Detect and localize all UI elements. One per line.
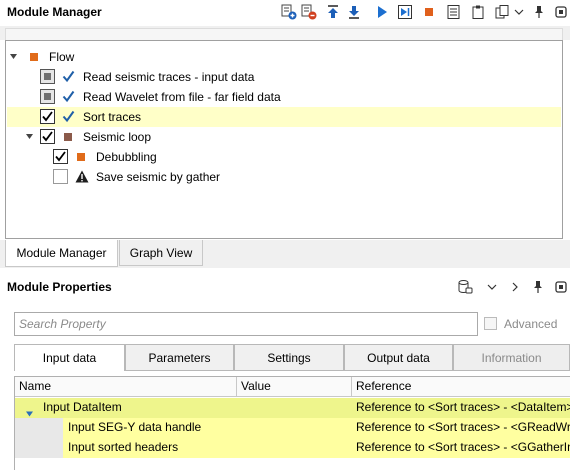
column-header-value[interactable]: Value [237, 377, 352, 397]
module-manager-title: Module Manager [7, 5, 102, 19]
module-manager-header: Module Manager [0, 0, 570, 26]
tree-item-label: Read seismic traces - input data [83, 70, 255, 84]
stop-icon[interactable] [421, 4, 437, 20]
enable-checkbox[interactable] [40, 69, 55, 84]
move-up-icon[interactable] [325, 4, 341, 20]
advanced-checkbox[interactable] [484, 317, 497, 330]
tree-item[interactable]: Read seismic traces - input data [7, 67, 561, 87]
warning-icon [75, 170, 89, 183]
module-status-icon [30, 53, 38, 61]
property-tabs: Input data Parameters Settings Output da… [14, 344, 570, 371]
flow-tree[interactable]: Flow Read seismic traces - input data Read… [5, 40, 563, 239]
expand-arrow-icon[interactable] [9, 52, 18, 61]
tree-item[interactable]: Seismic loop [7, 127, 561, 147]
checkmark-icon [62, 70, 75, 83]
tree-item[interactable]: Sort traces [7, 107, 561, 127]
add-module-icon[interactable] [281, 4, 297, 20]
tab-input-data[interactable]: Input data [14, 344, 125, 371]
property-reference: Reference to <Sort traces> - <GReadWrite… [356, 420, 570, 434]
enable-checkbox[interactable] [53, 169, 68, 184]
tab-module-manager[interactable]: Module Manager [5, 240, 118, 267]
search-property-input[interactable] [15, 313, 477, 335]
module-properties-title: Module Properties [7, 280, 112, 294]
property-value[interactable] [241, 398, 351, 418]
enable-checkbox[interactable] [40, 129, 55, 144]
enable-checkbox[interactable] [53, 149, 68, 164]
enable-checkbox[interactable] [40, 109, 55, 124]
copy-icon[interactable] [494, 4, 510, 20]
tree-item-label: Debubbling [96, 150, 157, 164]
property-name: Input DataItem [43, 400, 122, 414]
maximize-icon[interactable] [553, 279, 569, 295]
property-row[interactable]: Input sorted headers Reference to <Sort t… [15, 438, 570, 458]
property-reference: Reference to <Sort traces> - <DataItem> [356, 400, 570, 414]
advanced-label: Advanced [504, 317, 558, 331]
tree-item-label: Read Wavelet from file - far field data [83, 90, 281, 104]
tree-item[interactable]: Save seismic by gather [7, 167, 561, 187]
property-name: Input sorted headers [68, 440, 179, 454]
tree-item[interactable]: Read Wavelet from file - far field data [7, 87, 561, 107]
remove-module-icon[interactable] [301, 4, 317, 20]
property-grid: Name Value Reference Input DataItem Refer… [14, 376, 570, 470]
tree-item-label: Flow [49, 50, 75, 64]
tab-parameters[interactable]: Parameters [125, 344, 234, 371]
clipboard-icon[interactable] [470, 4, 486, 20]
pin-icon[interactable] [530, 279, 546, 295]
pin-icon[interactable] [531, 4, 547, 20]
property-row[interactable]: Input SEG-Y data handle Reference to <Sor… [15, 418, 570, 438]
expand-arrow-icon[interactable] [25, 132, 34, 141]
tree-item[interactable]: Debubbling [7, 147, 561, 167]
tree-header-strip [0, 26, 570, 40]
move-down-icon[interactable] [346, 4, 362, 20]
property-name: Input SEG-Y data handle [68, 420, 202, 434]
property-reference: Reference to <Sort traces> - <GGatherInf… [356, 440, 570, 454]
chevron-right-icon[interactable] [507, 279, 523, 295]
tab-graph-view[interactable]: Graph View [119, 240, 203, 266]
tab-information: Information [453, 344, 570, 371]
tab-output-data[interactable]: Output data [344, 344, 453, 371]
tree-item[interactable]: Flow [7, 47, 561, 67]
run-icon[interactable] [374, 4, 390, 20]
checkmark-icon [62, 110, 75, 123]
list-icon[interactable] [446, 4, 462, 20]
tree-item-label: Save seismic by gather [96, 170, 221, 184]
module-status-icon [77, 153, 85, 161]
column-header-reference[interactable]: Reference [352, 377, 570, 397]
checkmark-icon [62, 90, 75, 103]
property-row[interactable]: Input DataItem Reference to <Sort traces>… [15, 398, 570, 418]
module-status-icon [64, 133, 72, 141]
tab-settings[interactable]: Settings [234, 344, 344, 371]
property-value[interactable] [241, 438, 351, 458]
enable-checkbox[interactable] [40, 89, 55, 104]
column-header-name[interactable]: Name [15, 377, 237, 397]
chevron-down-icon[interactable] [484, 279, 500, 295]
run-step-icon[interactable] [397, 4, 413, 20]
tree-item-label: Sort traces [83, 110, 142, 124]
tree-item-label: Seismic loop [83, 130, 152, 144]
database-icon[interactable] [457, 279, 473, 295]
search-property-box[interactable] [14, 312, 478, 336]
module-manager-tabs: Module Manager Graph View [0, 240, 570, 268]
module-properties-header: Module Properties [0, 275, 570, 301]
property-value[interactable] [241, 418, 351, 438]
chevron-down-icon[interactable] [511, 4, 527, 20]
maximize-icon[interactable] [553, 4, 569, 20]
